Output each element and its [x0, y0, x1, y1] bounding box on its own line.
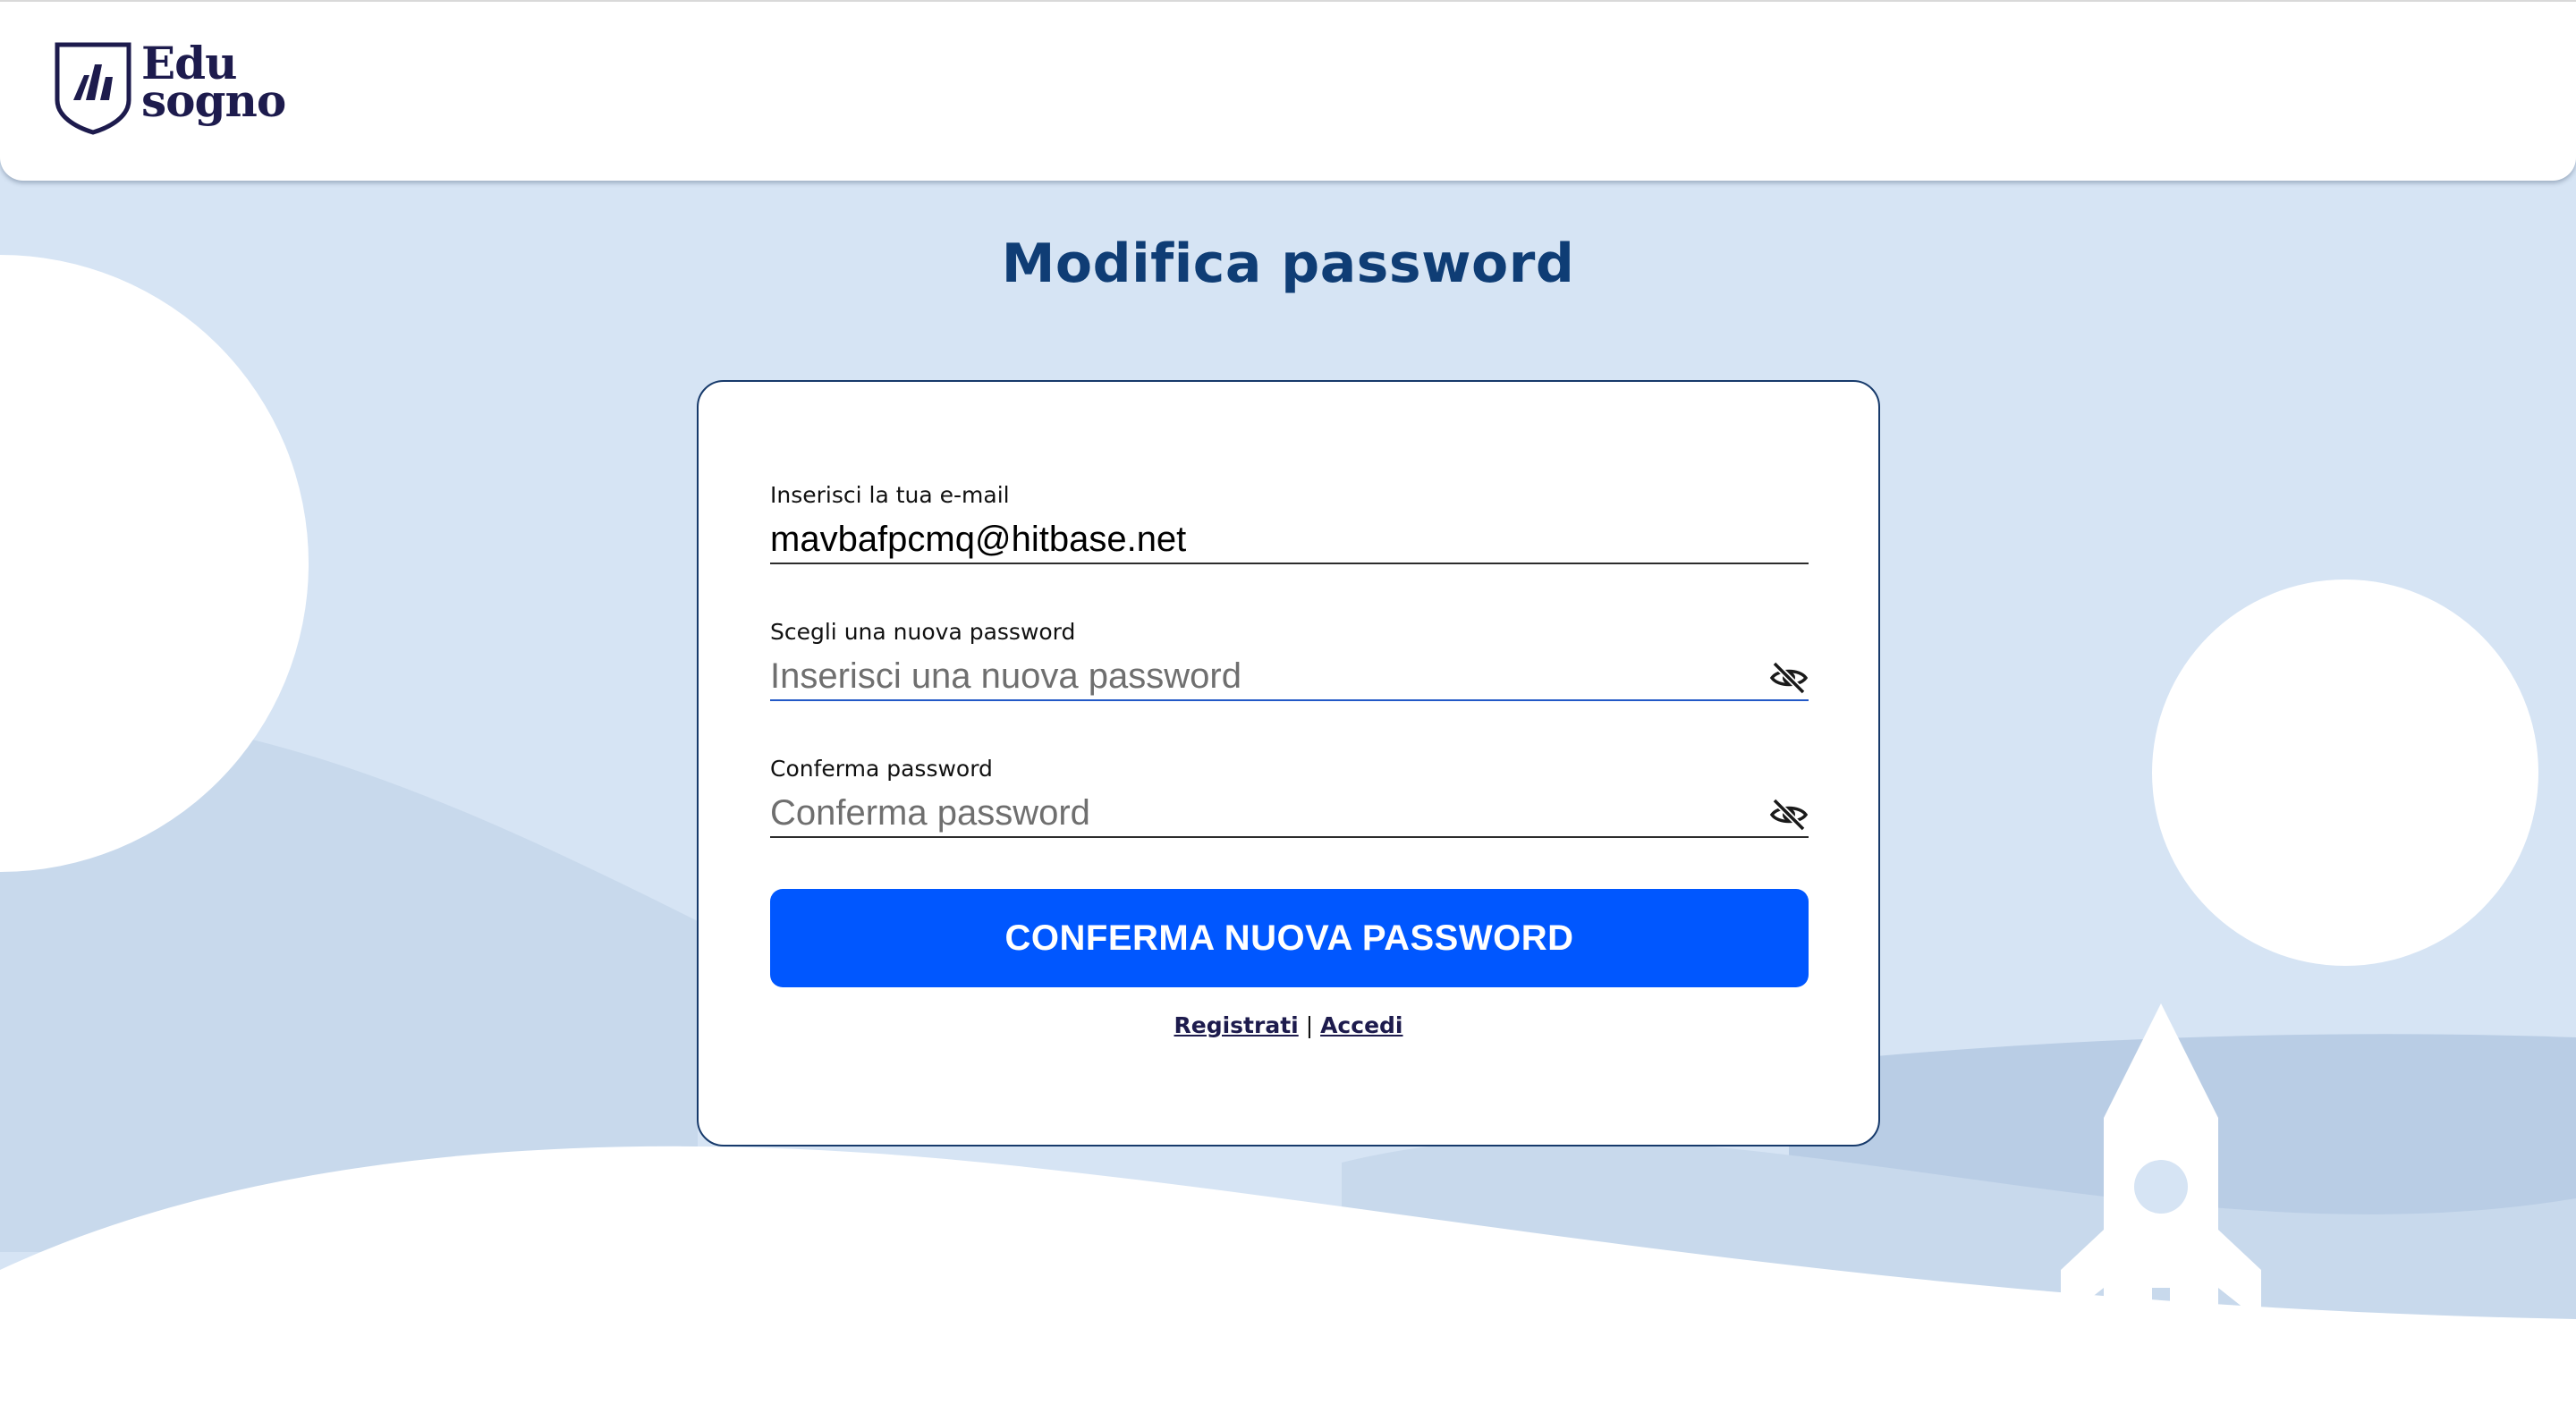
confirm-new-password-button[interactable]: CONFERMA NUOVA PASSWORD — [770, 889, 1809, 987]
register-link[interactable]: Registrati — [1174, 1012, 1299, 1038]
login-link[interactable]: Accedi — [1320, 1012, 1402, 1038]
eye-off-icon[interactable] — [1769, 795, 1809, 834]
logo-line-2: sogno — [141, 74, 286, 127]
confirm-password-label: Conferma password — [770, 756, 993, 782]
auth-links: Registrati | Accedi — [699, 1012, 1878, 1038]
shield-logo-icon — [55, 42, 131, 135]
page-title: Modifica password — [1001, 233, 1575, 295]
new-password-input[interactable] — [770, 647, 1809, 699]
top-header: Edu sogno — [0, 0, 2576, 181]
new-password-label: Scegli una nuova password — [770, 619, 1076, 645]
email-label: Inserisci la tua e-mail — [770, 482, 1010, 508]
confirm-password-field-group: Conferma password — [770, 754, 1809, 838]
change-password-form: Inserisci la tua e-mail Scegli una nuova… — [697, 380, 1880, 1146]
eye-off-icon[interactable] — [1769, 658, 1809, 698]
links-separator: | — [1305, 1012, 1314, 1038]
new-password-input-wrapper — [770, 647, 1809, 701]
email-input[interactable] — [770, 511, 1809, 563]
logo-wordmark: Edu sogno — [141, 41, 286, 127]
confirm-password-input-wrapper — [770, 784, 1809, 838]
email-input-wrapper — [770, 511, 1809, 564]
edusogno-logo[interactable]: Edu sogno — [52, 38, 286, 145]
new-password-field-group: Scegli una nuova password — [770, 617, 1809, 701]
email-field-group: Inserisci la tua e-mail — [770, 480, 1809, 564]
confirm-password-input[interactable] — [770, 784, 1809, 836]
